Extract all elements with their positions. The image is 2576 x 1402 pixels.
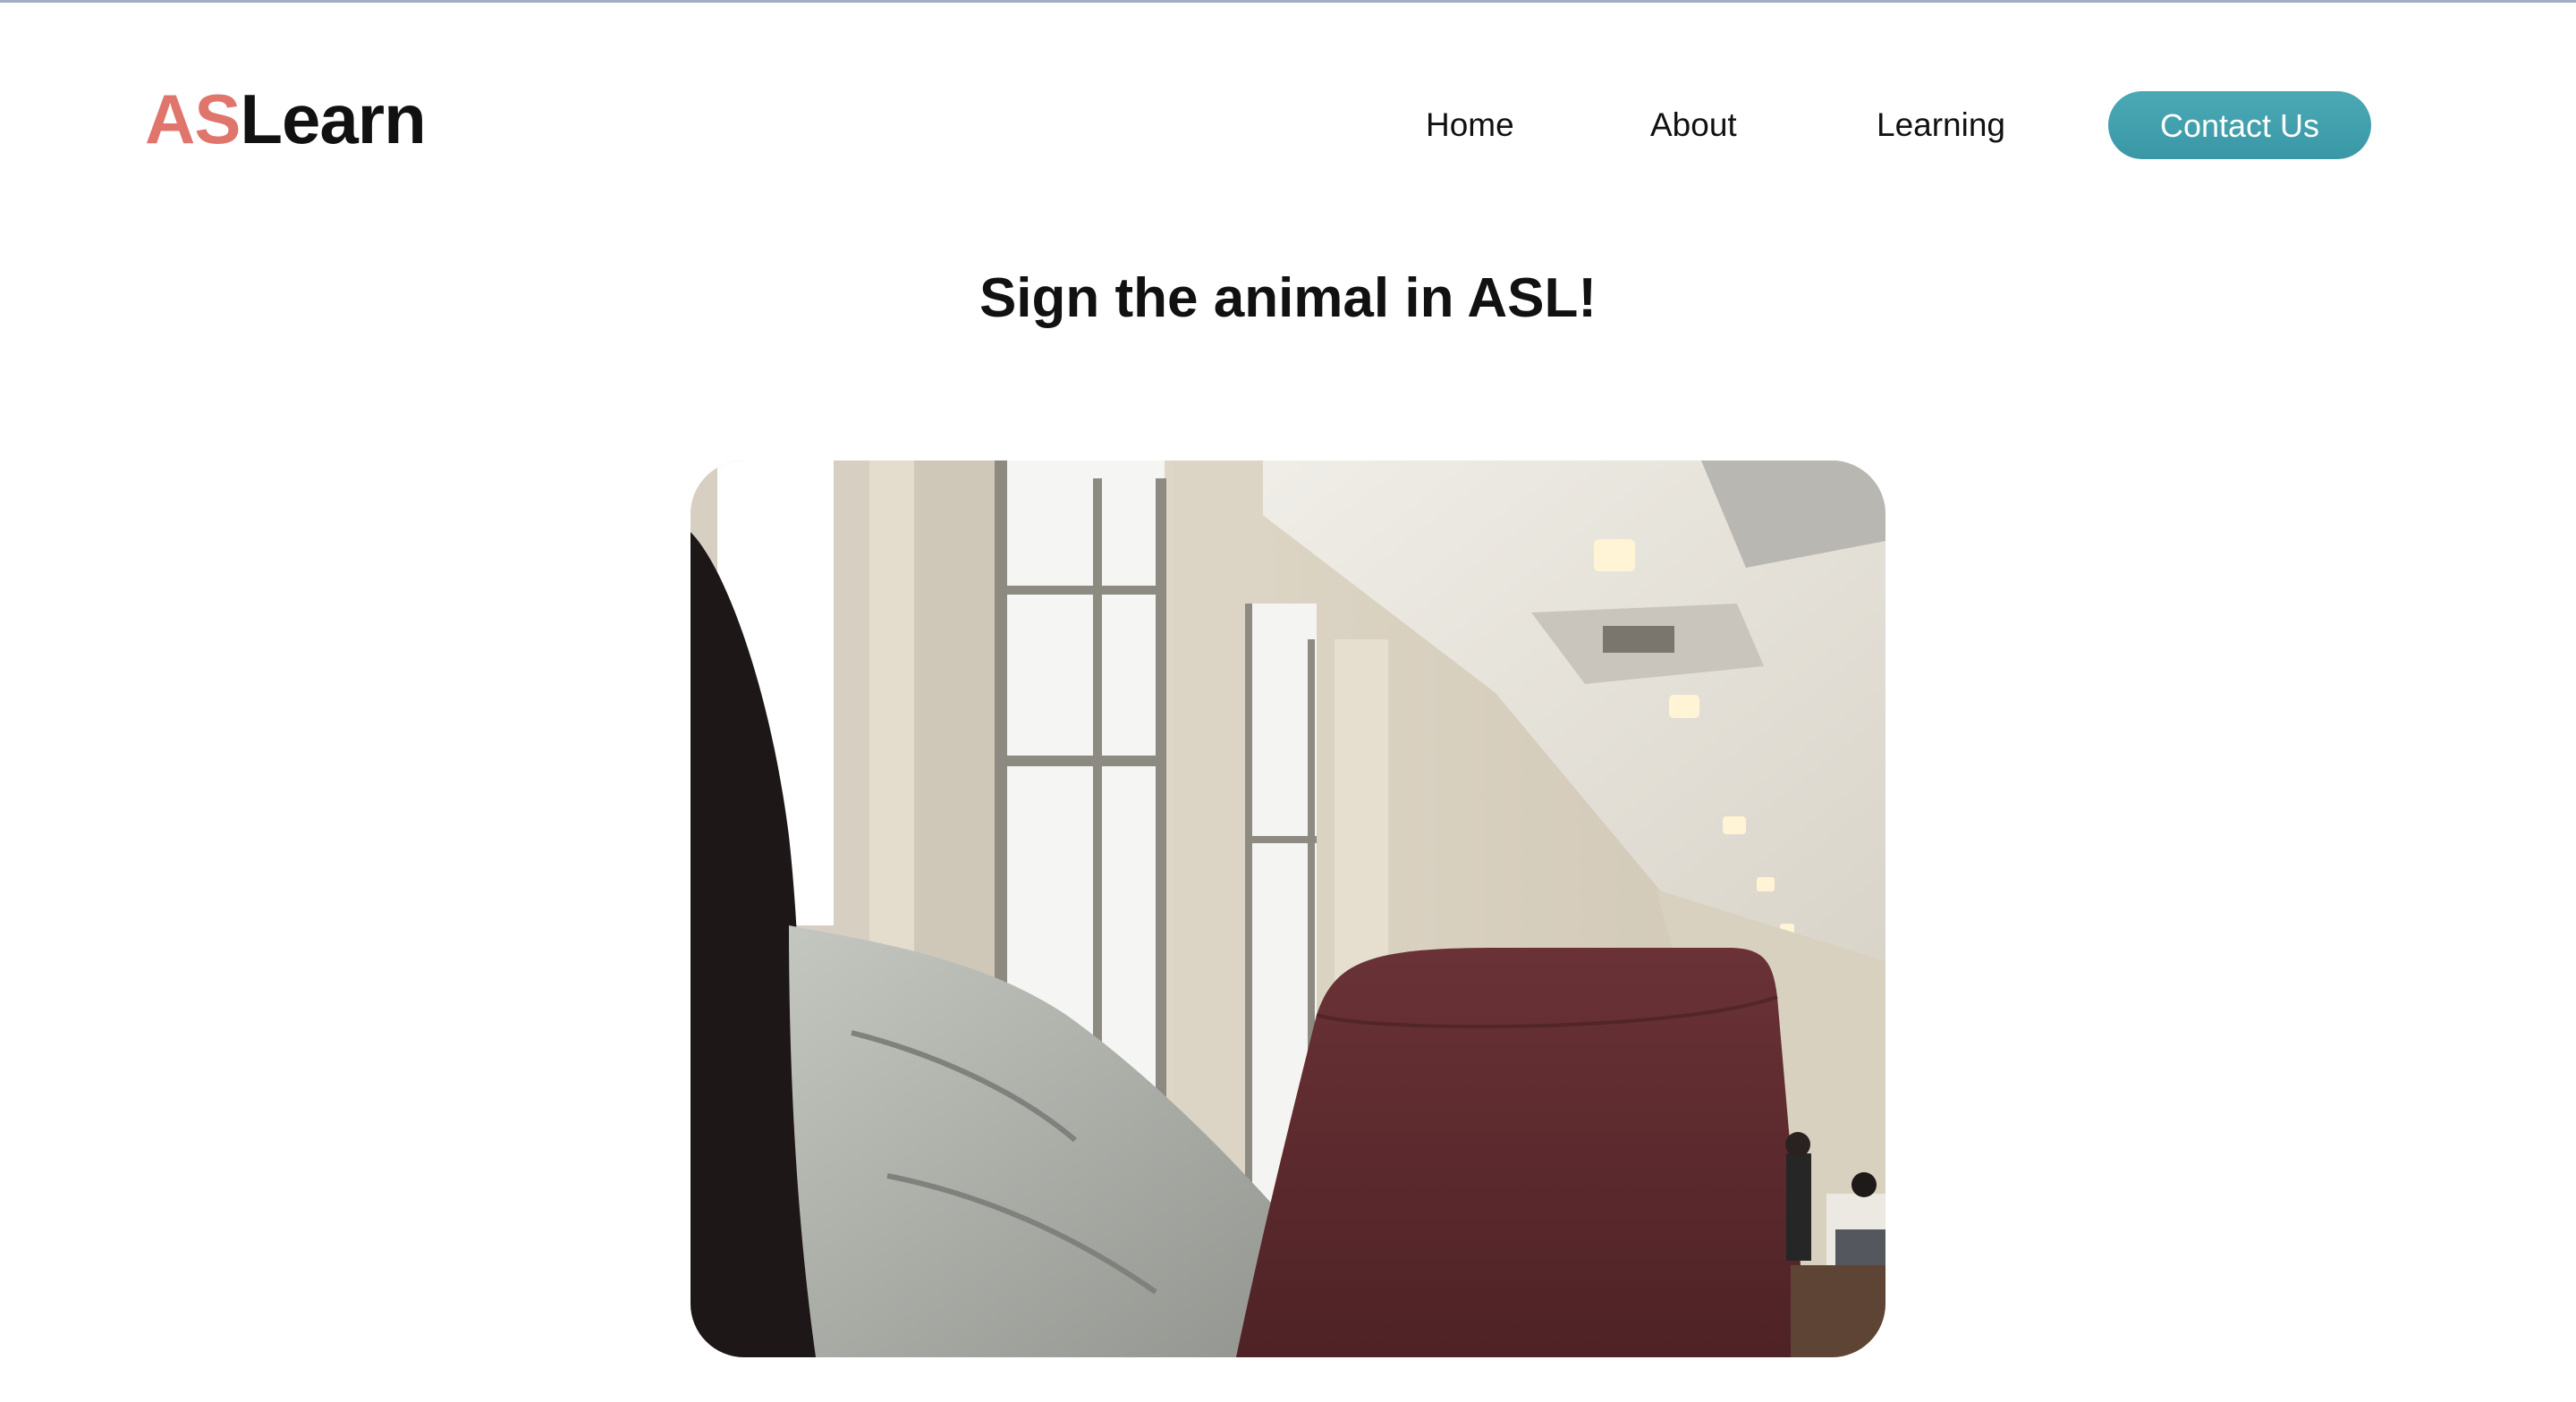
page-heading: Sign the animal in ASL! <box>979 267 1597 329</box>
logo-accent: AS <box>145 80 241 158</box>
nav-learning-link[interactable]: Learning <box>1877 100 2005 150</box>
nav-home-link[interactable]: Home <box>1426 100 1514 150</box>
webcam-video-feed <box>691 460 1885 1357</box>
nav-about-link[interactable]: About <box>1650 100 1737 150</box>
contact-us-button[interactable]: Contact Us <box>2108 91 2371 159</box>
logo[interactable]: ASLearn <box>145 79 427 159</box>
navbar: ASLearn Home About Learning Contact Us <box>0 0 2576 197</box>
logo-main: Learn <box>240 80 426 158</box>
